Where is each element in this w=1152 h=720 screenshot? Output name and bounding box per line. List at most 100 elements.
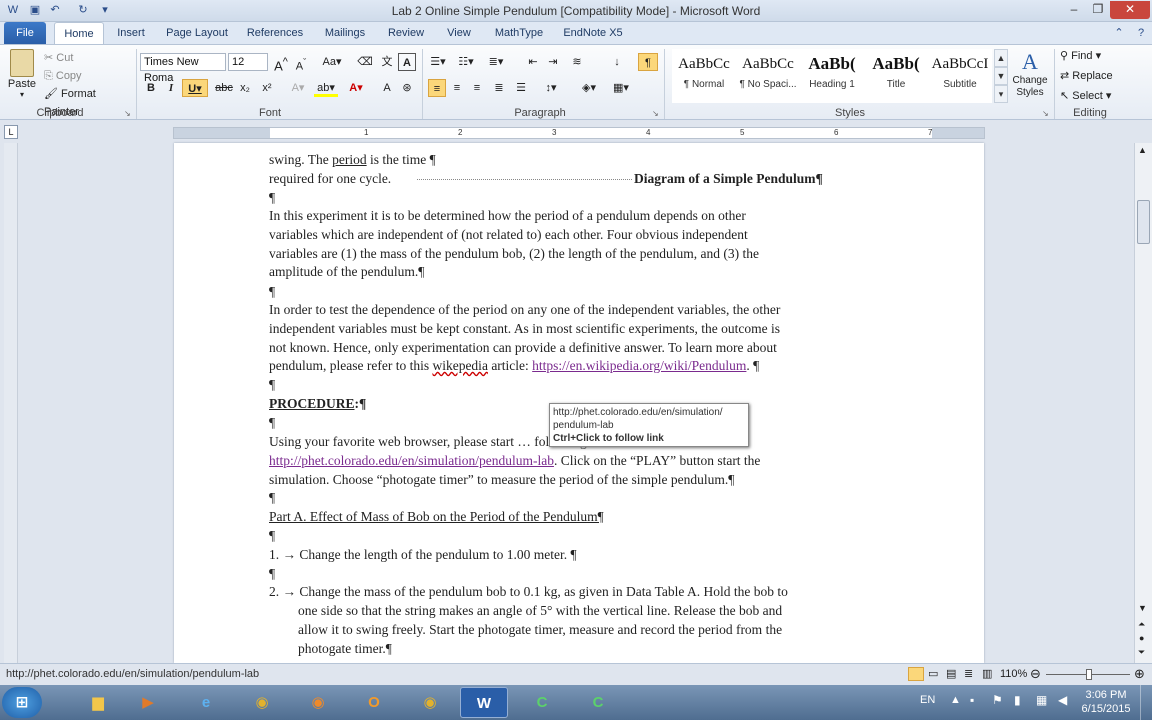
tab-view[interactable]: View <box>442 22 476 44</box>
show-formatting-marks-icon[interactable]: ¶ <box>638 53 658 71</box>
line-spacing-icon[interactable]: ↕▾ <box>540 79 562 97</box>
scrollbar-thumb[interactable] <box>1137 200 1150 244</box>
style-subtitle[interactable]: AaBbCcI Subtitle <box>928 49 992 103</box>
copy-button[interactable]: ⎘ Copy <box>44 67 92 85</box>
tab-mathtype[interactable]: MathType <box>490 22 548 44</box>
media-player-icon[interactable]: ▶ <box>124 687 172 718</box>
scroll-down-icon[interactable]: ▼ <box>1138 603 1147 613</box>
underline-button[interactable]: U▾ <box>182 79 208 97</box>
zoom-in-icon[interactable]: ⊕ <box>1134 666 1145 682</box>
enclose-characters-icon[interactable]: ⊛ <box>398 79 416 97</box>
language-indicator[interactable]: EN <box>920 694 935 706</box>
format-painter-button[interactable]: 🖌 Format Painter <box>44 85 132 118</box>
font-name-field[interactable]: Times New Roma <box>140 53 226 84</box>
bold-button[interactable]: B <box>142 79 160 97</box>
tray-expand-icon[interactable]: ▲ <box>950 694 961 706</box>
bullets-icon[interactable]: ☰▾ <box>428 53 448 71</box>
full-screen-reading-icon[interactable]: ▭ <box>928 667 938 680</box>
tab-references[interactable]: References <box>244 22 306 44</box>
next-page-icon[interactable]: ⏷ <box>1138 647 1145 658</box>
align-center-icon[interactable]: ≡ <box>448 79 466 97</box>
start-button[interactable]: ⊞ <box>2 687 42 718</box>
tab-home[interactable]: Home <box>54 22 104 44</box>
wikipedia-link[interactable]: https://en.wikipedia.org/wiki/Pendulum <box>532 358 746 373</box>
grow-font-icon[interactable]: A^ <box>272 53 290 73</box>
cut-button[interactable]: ✂ Cut <box>44 49 92 67</box>
font-size-field[interactable]: 12 <box>228 53 268 71</box>
increase-indent-icon[interactable]: ⇥ <box>544 53 562 71</box>
tab-endnote[interactable]: EndNote X5 <box>560 22 626 44</box>
restore-button[interactable]: ❐ <box>1086 1 1110 19</box>
strikethrough-button[interactable]: abc <box>214 79 234 97</box>
show-desktop-button[interactable] <box>1140 685 1152 720</box>
borders-icon[interactable]: ▦▾ <box>610 79 632 97</box>
subscript-button[interactable]: x₂ <box>236 79 254 97</box>
italic-button[interactable]: I <box>162 79 180 97</box>
gallery-down-icon[interactable]: ▼ <box>994 67 1008 85</box>
change-styles-button[interactable]: A Change Styles <box>1010 49 1050 105</box>
tab-file[interactable]: File <box>4 22 46 44</box>
character-shading-icon[interactable]: A <box>378 79 396 97</box>
chrome-icon[interactable]: ◉ <box>238 687 286 718</box>
gallery-up-icon[interactable]: ▲ <box>994 49 1008 67</box>
zoom-out-icon[interactable]: ⊖ <box>1030 666 1041 682</box>
draft-icon[interactable]: ▥ <box>982 667 992 680</box>
phonetic-guide-icon[interactable]: 文 <box>378 53 396 71</box>
numbering-icon[interactable]: ☷▾ <box>456 53 476 71</box>
tab-review[interactable]: Review <box>384 22 428 44</box>
explorer-icon[interactable]: ▆ <box>74 687 122 718</box>
camtasia-icon[interactable]: C <box>518 687 566 718</box>
asian-layout-icon[interactable]: ≋ <box>568 53 586 71</box>
text-effects-icon[interactable]: A▾ <box>286 79 310 97</box>
shading-icon[interactable]: ◈▾ <box>578 79 600 97</box>
phet-link[interactable]: http://phet.colorado.edu/en/simulation/p… <box>269 453 554 468</box>
print-layout-icon[interactable] <box>908 667 924 681</box>
chrome-icon[interactable]: ◉ <box>406 687 454 718</box>
align-right-icon[interactable]: ≡ <box>468 79 486 97</box>
help-icon[interactable]: ? <box>1134 26 1148 40</box>
clear-formatting-icon[interactable]: ⌫ <box>356 53 374 71</box>
style-normal[interactable]: AaBbCc ¶ Normal <box>672 49 736 103</box>
web-layout-icon[interactable]: ▤ <box>946 667 956 680</box>
network-icon[interactable]: ▦ <box>1036 693 1047 707</box>
tab-mailings[interactable]: Mailings <box>320 22 370 44</box>
decrease-indent-icon[interactable]: ⇤ <box>524 53 542 71</box>
style-heading-1[interactable]: AaBb( Heading 1 <box>800 49 864 103</box>
superscript-button[interactable]: x² <box>258 79 276 97</box>
tab-insert[interactable]: Insert <box>112 22 150 44</box>
shrink-font-icon[interactable]: Aˇ <box>292 53 310 73</box>
outlook-icon[interactable]: O <box>350 687 398 718</box>
camtasia-recorder-icon[interactable]: C <box>574 687 622 718</box>
tab-page-layout[interactable]: Page Layout <box>162 22 232 44</box>
vertical-ruler[interactable] <box>4 143 18 663</box>
minimize-button[interactable]: – <box>1062 1 1086 19</box>
sort-icon[interactable]: ↓ <box>608 53 626 71</box>
outline-icon[interactable]: ≣ <box>964 667 973 680</box>
dialog-launcher-icon[interactable]: ↘ <box>124 109 131 118</box>
browse-object-icon[interactable]: ● <box>1139 633 1144 643</box>
justify-icon[interactable]: ≣ <box>490 79 508 97</box>
multilevel-list-icon[interactable]: ≣▾ <box>486 53 506 71</box>
dialog-launcher-icon[interactable]: ↘ <box>652 109 659 118</box>
font-color-icon[interactable]: A▾ <box>344 79 368 97</box>
horizontal-ruler[interactable]: 1 2 3 4 5 6 7 <box>173 127 985 139</box>
firefox-icon[interactable]: ◉ <box>294 687 342 718</box>
style-title[interactable]: AaBb( Title <box>864 49 928 103</box>
clock[interactable]: 3:06 PM 6/15/2015 <box>1076 688 1136 716</box>
power-icon[interactable]: ▮ <box>1014 693 1021 707</box>
find-button[interactable]: ⚲ Find ▾ <box>1060 47 1130 65</box>
action-center-icon[interactable]: ⚑ <box>992 693 1003 707</box>
tab-selector-icon[interactable]: L <box>4 125 18 139</box>
replace-button[interactable]: ⇄ Replace <box>1060 67 1130 85</box>
word-taskbar-icon[interactable]: W <box>460 687 508 718</box>
paste-button[interactable]: Paste ▾ <box>6 49 38 101</box>
character-border-icon[interactable]: A <box>398 53 416 71</box>
style-no-spacing[interactable]: AaBbCc ¶ No Spaci... <box>736 49 800 103</box>
minimize-ribbon-icon[interactable]: ⌃ <box>1112 26 1126 40</box>
distributed-icon[interactable]: ☰ <box>512 79 530 97</box>
zoom-level[interactable]: 110% <box>1000 668 1027 680</box>
scroll-up-icon[interactable]: ▲ <box>1138 145 1147 155</box>
close-button[interactable]: ✕ <box>1110 1 1150 19</box>
tray-app-icon[interactable]: ▪ <box>970 693 974 707</box>
highlight-icon[interactable]: ab▾ <box>314 79 338 97</box>
